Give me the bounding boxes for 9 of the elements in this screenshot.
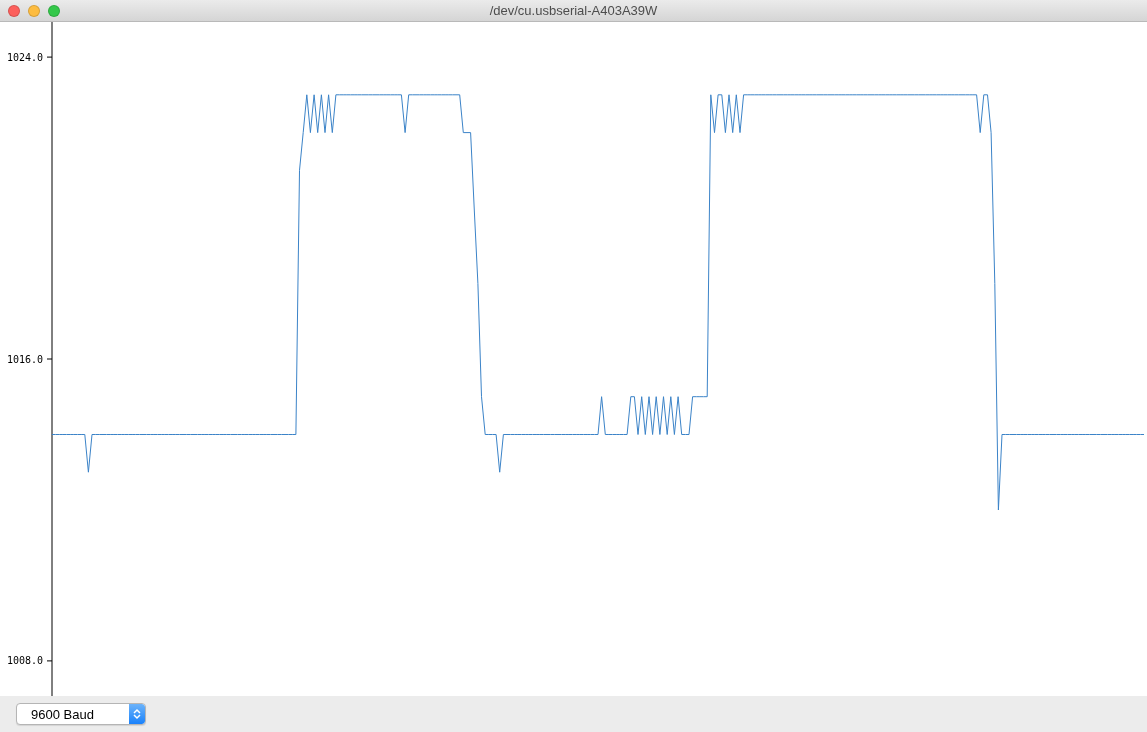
tick-label: 1008.0 <box>6 655 43 667</box>
zoom-icon[interactable] <box>48 4 60 17</box>
up-down-chevron-icon <box>133 708 141 720</box>
tick-label: 1024.0 <box>6 51 43 63</box>
baud-select[interactable]: 9600 Baud <box>16 703 146 725</box>
window-title: /dev/cu.usbserial-A403A39W <box>489 3 658 18</box>
minimize-icon[interactable] <box>28 4 40 17</box>
close-icon[interactable] <box>8 4 20 17</box>
tick-label: 1016.0 <box>6 353 43 365</box>
